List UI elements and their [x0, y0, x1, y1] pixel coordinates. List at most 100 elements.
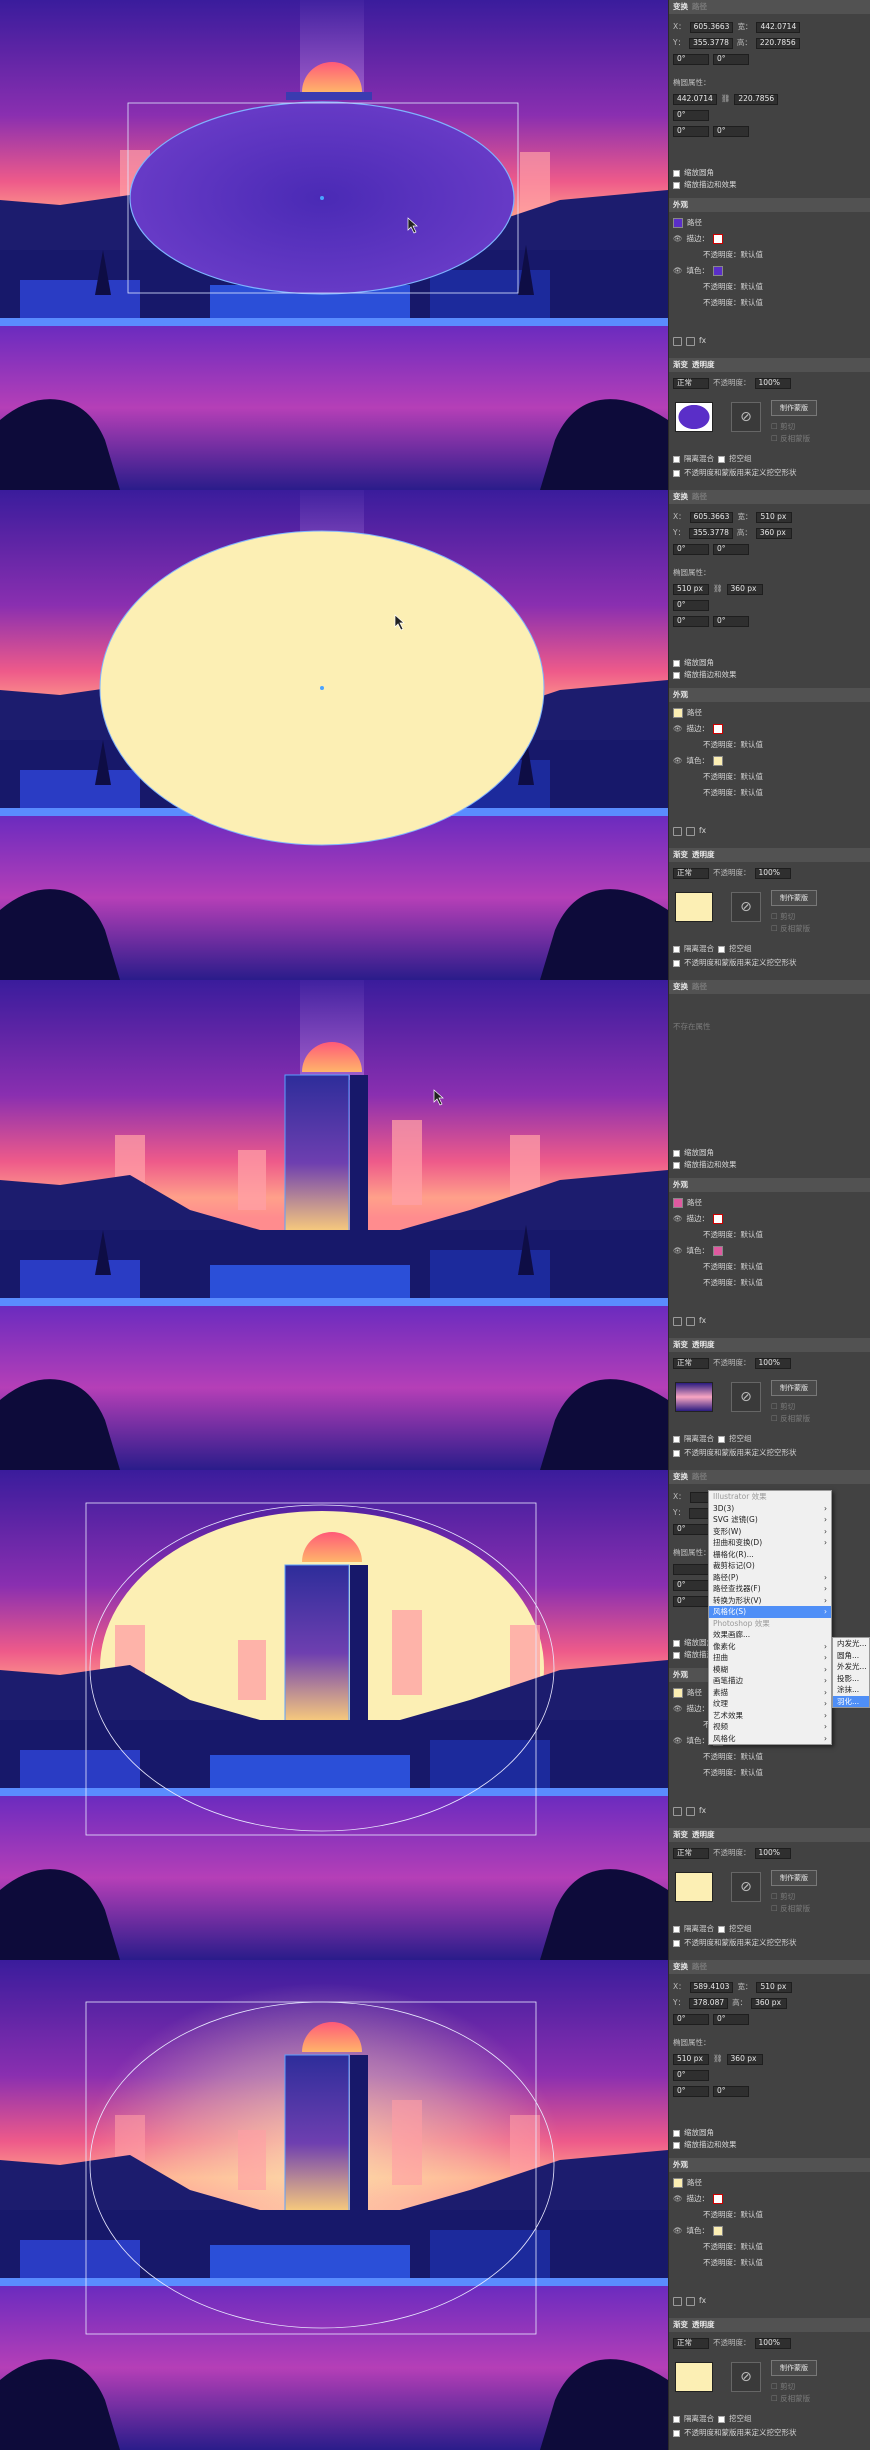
stylize-menu-item[interactable]: 涂抹... [833, 1684, 869, 1696]
fill-label[interactable]: 填色： [687, 2227, 710, 2235]
isolate-blend-checkbox[interactable]: 隔离混合 [684, 1435, 714, 1443]
opacity-knockout-checkbox[interactable]: 不透明度和蒙版用来定义挖空形状 [684, 959, 797, 967]
angle-field[interactable]: 0° [673, 2013, 709, 2025]
panel-tab-transform[interactable]: 变换 [673, 1963, 688, 1971]
shape-h-field[interactable]: 220.7856 [734, 93, 779, 105]
isolate-blend-checkbox[interactable]: 隔离混合 [684, 455, 714, 463]
effect-menu-item[interactable]: 路径(P) › [709, 1572, 831, 1584]
w-field[interactable]: 510 px [756, 511, 793, 523]
opacity-default[interactable]: 不透明度：默认值 [703, 1231, 763, 1239]
effect-menu-item[interactable]: SVG 滤镜(G) › [709, 1514, 831, 1526]
shape-w-field[interactable]: 442.0714 [673, 93, 717, 105]
opacity-field[interactable]: 100% [754, 867, 791, 879]
fill-label[interactable]: 填色： [687, 1247, 710, 1255]
h-field[interactable]: 360 px [755, 527, 792, 539]
effect-menu-item[interactable]: 扭曲 › [709, 1652, 831, 1664]
tab-transparency[interactable]: 透明度 [692, 1831, 715, 1839]
opacity-field[interactable]: 100% [754, 2337, 791, 2349]
artboard-canvas[interactable] [0, 1470, 668, 1960]
opacity-knockout-checkbox[interactable]: 不透明度和蒙版用来定义挖空形状 [684, 2429, 797, 2437]
stroke-label[interactable]: 描边： [687, 2195, 710, 2203]
fx-button[interactable]: fx [699, 337, 706, 345]
artboard-canvas[interactable] [0, 980, 668, 1470]
artboard-canvas[interactable] [0, 1960, 668, 2450]
effect-menu-item[interactable]: 变形(W) › [709, 1526, 831, 1538]
blend-mode-select[interactable]: 正常 [673, 1357, 709, 1369]
effect-menu-item[interactable]: 艺术效果 › [709, 1710, 831, 1722]
shape-w-field[interactable] [673, 1563, 709, 1575]
effect-menu-item[interactable]: 效果画廊... [709, 1629, 831, 1641]
scale-corners-label[interactable]: 缩放圆角 [684, 2129, 714, 2137]
make-mask-button[interactable]: 制作蒙版 [771, 1380, 817, 1396]
panel-tab-path[interactable]: 路径 [692, 983, 707, 991]
shear-field[interactable]: 0° [713, 53, 749, 65]
stylize-menu-item[interactable]: 投影... [833, 1673, 869, 1685]
tab-transparency[interactable]: 透明度 [692, 1341, 715, 1349]
tab-gradient[interactable]: 渐变 [673, 2321, 688, 2329]
new-fill-icon[interactable] [686, 826, 695, 836]
new-fill-icon[interactable] [686, 2296, 695, 2306]
blend-mode-select[interactable]: 正常 [673, 2337, 709, 2349]
clip-checkbox[interactable]: ☐ 剪切 [771, 913, 795, 921]
new-stroke-icon[interactable] [673, 826, 682, 836]
isolate-blend-checkbox[interactable]: 隔离混合 [684, 945, 714, 953]
new-fill-icon[interactable] [686, 336, 695, 346]
h-field[interactable]: 360 px [751, 1997, 788, 2009]
shear-field[interactable]: 0° [713, 2013, 749, 2025]
stylize-menu-item[interactable]: 外发光... [833, 1661, 869, 1673]
scale-strokes-label[interactable]: 缩放描边和效果 [684, 181, 737, 189]
clip-checkbox[interactable]: ☐ 剪切 [771, 1403, 795, 1411]
clip-checkbox[interactable]: ☐ 剪切 [771, 423, 795, 431]
opacity-default[interactable]: 不透明度：默认值 [703, 741, 763, 749]
effect-menu-item[interactable]: 3D(3) › [709, 1503, 831, 1515]
make-mask-button[interactable]: 制作蒙版 [771, 890, 817, 906]
stroke-label[interactable]: 描边： [687, 1215, 710, 1223]
stroke-label[interactable]: 描边： [687, 725, 710, 733]
x-field[interactable]: 605.3663 [689, 511, 734, 523]
angle-field[interactable]: 0° [673, 543, 709, 555]
angle-field[interactable]: 0° [673, 53, 709, 65]
effect-menu-item[interactable]: 栅格化(R)... [709, 1549, 831, 1561]
opacity-field[interactable]: 100% [754, 1357, 791, 1369]
shape-w-field[interactable]: 510 px [673, 2053, 709, 2065]
y-field[interactable]: 355.3778 [689, 37, 733, 49]
opacity-knockout-checkbox[interactable]: 不透明度和蒙版用来定义挖空形状 [684, 1449, 797, 1457]
panel-tab-path[interactable]: 路径 [692, 493, 707, 501]
tab-gradient[interactable]: 渐变 [673, 1341, 688, 1349]
tab-gradient[interactable]: 渐变 [673, 1831, 688, 1839]
knockout-group-checkbox[interactable]: 挖空组 [729, 945, 752, 953]
scale-strokes-label[interactable]: 缩放描边和效果 [684, 2141, 737, 2149]
stylize-menu-item[interactable]: 内发光... [833, 1638, 869, 1650]
new-stroke-icon[interactable] [673, 336, 682, 346]
panel-tab-transform[interactable]: 变换 [673, 3, 688, 11]
w-field[interactable]: 510 px [756, 1981, 793, 1993]
scale-strokes-label[interactable]: 缩放描边和效果 [684, 671, 737, 679]
opacity-field[interactable]: 100% [754, 1847, 791, 1859]
invert-mask-checkbox[interactable]: ☐ 反相蒙版 [771, 1415, 810, 1423]
shape-w-field[interactable]: 510 px [673, 583, 709, 595]
new-fill-icon[interactable] [686, 1806, 695, 1816]
effect-menu-item[interactable]: 转换为形状(V) › [709, 1595, 831, 1607]
y-field[interactable]: 355.3778 [689, 527, 733, 539]
effect-menu-item[interactable]: 视频 › [709, 1721, 831, 1733]
effect-menu-item[interactable]: 扭曲和变换(D) › [709, 1537, 831, 1549]
tab-gradient[interactable]: 渐变 [673, 361, 688, 369]
fx-button[interactable]: fx [699, 1807, 706, 1815]
new-stroke-icon[interactable] [673, 1316, 682, 1326]
fill-label[interactable]: 填色： [687, 757, 710, 765]
fx-button[interactable]: fx [699, 827, 706, 835]
effect-menu-item[interactable]: 画笔描边 › [709, 1675, 831, 1687]
scale-strokes-label[interactable]: 缩放描边和效果 [684, 1161, 737, 1169]
stroke-label[interactable]: 描边： [687, 235, 710, 243]
effect-menu-item[interactable]: 模糊 › [709, 1664, 831, 1676]
x-field[interactable]: 605.3663 [689, 21, 734, 33]
invert-mask-checkbox[interactable]: ☐ 反相蒙版 [771, 1905, 810, 1913]
invert-mask-checkbox[interactable]: ☐ 反相蒙版 [771, 2395, 810, 2403]
fx-button[interactable]: fx [699, 2297, 706, 2305]
w-field[interactable]: 442.0714 [756, 21, 801, 33]
panel-tab-transform[interactable]: 变换 [673, 1473, 688, 1481]
clip-checkbox[interactable]: ☐ 剪切 [771, 1893, 795, 1901]
panel-tab-transform[interactable]: 变换 [673, 983, 688, 991]
h-field[interactable]: 220.7856 [755, 37, 800, 49]
shape-h-field[interactable]: 360 px [726, 2053, 763, 2065]
